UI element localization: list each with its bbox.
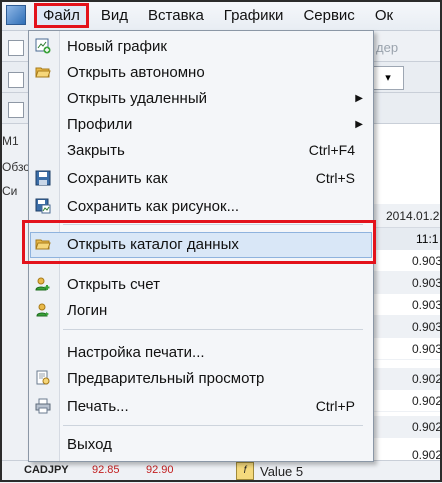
menu-item-open-remote[interactable]: Открыть удаленный ▶ [29, 85, 373, 111]
menu-item-exit[interactable]: Выход [29, 431, 373, 457]
menu-item-label: Настройка печати... [67, 343, 205, 361]
symbol-cell[interactable]: CADJPY [24, 464, 69, 476]
price-value: 0.903 [374, 338, 442, 360]
file-menu-dropdown: Новый график Открыть автономно Открыть у… [28, 30, 374, 462]
menu-item-label: Сохранить как рисунок... [67, 197, 240, 215]
menu-window[interactable]: Ок [367, 3, 401, 28]
menu-item-open-account[interactable]: Открыть счет [29, 271, 373, 297]
indicator-tab-label: Value 5 [260, 463, 304, 479]
menu-bar: Файл Вид Вставка Графики Сервис Ок [0, 0, 442, 31]
menu-item-shortcut: Ctrl+S [315, 170, 355, 186]
menu-item-save-as[interactable]: Сохранить как Ctrl+S [29, 165, 373, 191]
price-value: 0.903 [374, 316, 442, 338]
menu-item-profiles[interactable]: Профили ▶ [29, 111, 373, 137]
indicator-tab[interactable]: f Value 5 [236, 460, 303, 482]
submenu-arrow-icon: ▶ [355, 118, 363, 130]
menu-charts[interactable]: Графики [216, 3, 292, 28]
menu-item-save-as-picture[interactable]: Сохранить как рисунок... [29, 193, 373, 219]
price-value: 0.903 [374, 272, 442, 294]
login-icon [36, 303, 49, 317]
menu-item-label: Предварительный просмотр [67, 369, 265, 387]
timeframe-dropdown[interactable]: ▾ [372, 66, 404, 90]
add-account-icon [35, 277, 50, 291]
menu-item-print-preview[interactable]: Предварительный просмотр [29, 365, 373, 391]
menu-item-open-data-folder[interactable]: Открыть каталог данных [29, 231, 373, 257]
menu-item-shortcut: Ctrl+P [315, 398, 355, 414]
time-value: 11:1 [374, 228, 442, 250]
app-icon [6, 5, 26, 25]
market-watch-title: Обзо [2, 160, 30, 174]
menu-item-label: Сохранить как [67, 169, 168, 187]
menu-item-label: Печать... [67, 397, 129, 415]
folder-open-icon [35, 67, 51, 78]
menu-item-print[interactable]: Печать... Ctrl+P [29, 393, 373, 419]
menu-separator [63, 329, 363, 330]
symbol-column-header: Си [2, 184, 18, 198]
menu-item-new-chart[interactable]: Новый график [29, 33, 373, 59]
price-value: 0.903 [374, 250, 442, 272]
toolbar-cursor-button[interactable] [8, 102, 24, 118]
menu-view[interactable]: Вид [93, 3, 136, 28]
price-value: 0.903 [374, 294, 442, 316]
price-value: 0.902 [374, 368, 442, 390]
date-value: 2014.01.2 [374, 204, 442, 228]
menu-item-label: Открыть счет [67, 275, 160, 293]
menu-item-close[interactable]: Закрыть Ctrl+F4 [29, 137, 373, 163]
menu-item-label: Новый график [67, 37, 167, 55]
menu-item-label: Открыть удаленный [67, 89, 207, 107]
folder-icon [35, 239, 51, 250]
save-image-icon [35, 198, 51, 214]
bid-cell: 92.85 [92, 464, 120, 476]
printer-icon [35, 398, 51, 414]
market-watch-left-column [0, 124, 29, 482]
menu-item-label: Логин [67, 301, 108, 319]
menu-item-print-setup[interactable]: Настройка печати... [29, 339, 373, 365]
menu-separator [63, 263, 363, 264]
menu-item-label: Открыть каталог данных [67, 235, 239, 253]
new-chart-icon [35, 38, 51, 54]
menu-item-shortcut: Ctrl+F4 [308, 142, 355, 158]
menu-item-label: Выход [67, 435, 112, 453]
timeframe-label: M1 [2, 134, 19, 148]
submenu-arrow-icon: ▶ [355, 92, 363, 104]
menu-separator [63, 224, 363, 225]
price-value: 0.902 [374, 416, 442, 438]
menu-item-open-offline[interactable]: Открыть автономно [29, 59, 373, 85]
toolbar-faded-label: дер [376, 40, 399, 55]
toolbar-new-chart-button[interactable] [8, 40, 24, 56]
menu-item-login[interactable]: Логин [29, 297, 373, 323]
price-value: 0.902 [374, 390, 442, 412]
print-preview-icon [36, 370, 50, 385]
menu-item-label: Закрыть [67, 141, 125, 159]
menu-service[interactable]: Сервис [295, 3, 362, 28]
save-icon [35, 170, 51, 186]
data-window: 2014.01.2 11:1 0.903 0.903 0.903 0.903 0… [374, 124, 442, 482]
menu-item-label: Открыть автономно [67, 63, 205, 81]
menu-insert[interactable]: Вставка [140, 3, 212, 28]
toolbar-chart-button[interactable] [8, 72, 24, 88]
menu-file[interactable]: Файл [34, 2, 89, 28]
function-icon: f [236, 462, 254, 480]
menu-separator [63, 425, 363, 426]
menu-item-label: Профили [67, 115, 133, 133]
ask-cell: 92.90 [146, 464, 174, 476]
